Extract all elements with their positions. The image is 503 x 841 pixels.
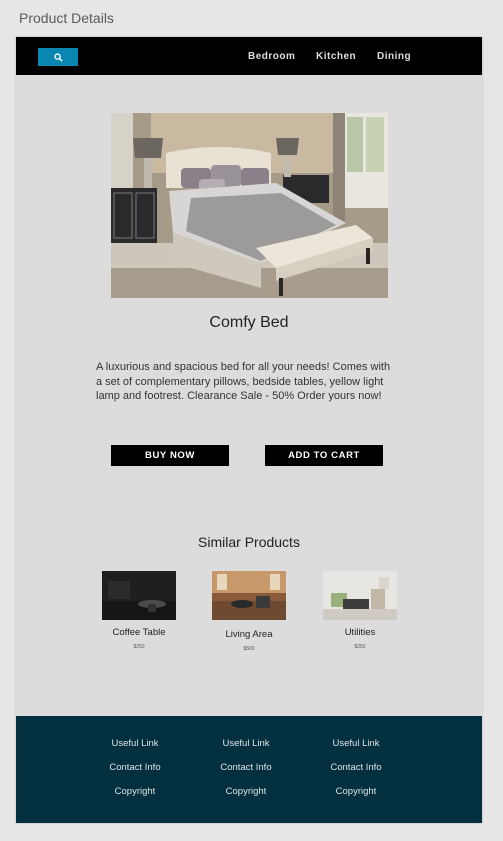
app-frame: Bedroom Kitchen Dining Comfy Bed A luxur… xyxy=(16,37,482,823)
nav-link-bedroom[interactable]: Bedroom xyxy=(248,51,295,62)
footer-link-useful[interactable]: Useful Link xyxy=(100,738,170,749)
product-title: Comfy Bed xyxy=(209,314,289,331)
window-title: Product Details xyxy=(19,10,114,26)
similar-product-price: $250 xyxy=(133,644,145,650)
product-image xyxy=(111,113,388,298)
living-area-image xyxy=(212,571,286,620)
navbar: Bedroom Kitchen Dining xyxy=(16,37,482,75)
add-to-cart-button[interactable]: ADD TO CART xyxy=(265,445,383,466)
similar-product-name: Coffee Table xyxy=(112,627,166,638)
footer-link-copyright[interactable]: Copyright xyxy=(211,786,281,797)
footer-link-contact[interactable]: Contact Info xyxy=(211,762,281,773)
similar-products-title: Similar Products xyxy=(198,534,300,550)
search-button[interactable] xyxy=(38,48,78,66)
similar-product-name: Living Area xyxy=(225,629,273,640)
coffee-table-image xyxy=(102,571,176,620)
search-icon xyxy=(53,52,63,62)
buy-now-button[interactable]: BUY NOW xyxy=(111,445,229,466)
similar-product-price: $250 xyxy=(354,644,366,650)
nav-link-kitchen[interactable]: Kitchen xyxy=(316,51,356,62)
footer-link-useful[interactable]: Useful Link xyxy=(321,738,391,749)
similar-product-price: $500 xyxy=(243,646,255,652)
footer-link-useful[interactable]: Useful Link xyxy=(211,738,281,749)
footer-link-contact[interactable]: Contact Info xyxy=(321,762,391,773)
footer-link-contact[interactable]: Contact Info xyxy=(100,762,170,773)
utilities-image xyxy=(323,571,397,620)
product-description: A luxurious and spacious bed for all you… xyxy=(96,361,391,402)
similar-product-card[interactable]: Living Area $500 xyxy=(212,571,286,652)
nav-link-dining[interactable]: Dining xyxy=(377,51,411,62)
similar-product-name: Utilities xyxy=(344,627,376,638)
similar-product-card[interactable]: Coffee Table $250 xyxy=(102,571,176,650)
footer: Useful Link Contact Info Copyright Usefu… xyxy=(16,716,482,823)
similar-product-card[interactable]: Utilities $250 xyxy=(323,571,397,650)
footer-link-copyright[interactable]: Copyright xyxy=(321,786,391,797)
footer-link-copyright[interactable]: Copyright xyxy=(100,786,170,797)
